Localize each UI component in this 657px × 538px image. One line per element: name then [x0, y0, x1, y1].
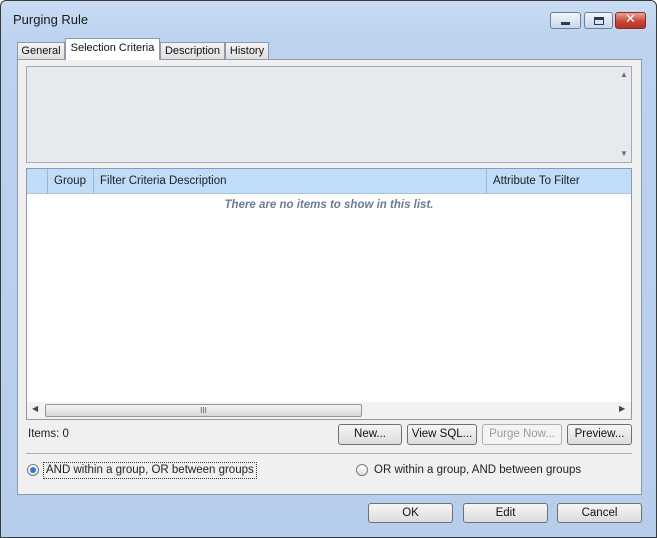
empty-list-message: There are no items to show in this list. — [224, 199, 434, 211]
tab-description[interactable]: Description — [160, 42, 225, 60]
view-sql-button[interactable]: View SQL... — [407, 424, 477, 445]
cancel-button[interactable]: Cancel — [557, 503, 642, 523]
items-count-label: Items: 0 — [28, 428, 69, 440]
tab-general[interactable]: General — [17, 42, 65, 60]
scroll-right-arrow-icon[interactable]: ▶ — [619, 404, 625, 413]
scroll-left-arrow-icon[interactable]: ◀ — [32, 404, 38, 413]
divider — [26, 453, 632, 454]
scroll-up-arrow-icon[interactable]: ▲ — [616, 70, 632, 79]
radio-unchecked-icon[interactable] — [356, 464, 368, 476]
purging-rule-window: Purging Rule ✕ General Selection Criteri… — [0, 0, 657, 538]
close-icon: ✕ — [625, 12, 636, 27]
preview-button[interactable]: Preview... — [567, 424, 632, 445]
column-header-attribute-to-filter[interactable]: Attribute To Filter — [487, 169, 631, 194]
sql-vertical-scrollbar[interactable]: ▲ ▼ — [616, 66, 632, 163]
radio-checked-icon[interactable] — [27, 464, 39, 476]
minimize-icon — [561, 22, 570, 25]
tab-history[interactable]: History — [225, 42, 269, 60]
tab-selection-criteria[interactable]: Selection Criteria — [65, 38, 160, 60]
column-header-select[interactable] — [27, 169, 48, 194]
selection-criteria-panel: ▲ ▼ Group Filter Criteria Description At… — [17, 59, 642, 495]
minimize-button[interactable] — [550, 12, 581, 29]
column-header-group[interactable]: Group — [48, 169, 94, 194]
scroll-thumb[interactable]: III — [45, 404, 362, 417]
sql-text-area[interactable] — [26, 66, 632, 163]
maximize-icon — [594, 17, 604, 25]
scroll-down-arrow-icon[interactable]: ▼ — [616, 149, 632, 158]
close-button[interactable]: ✕ — [615, 12, 646, 29]
filter-criteria-list[interactable]: Group Filter Criteria Description Attrib… — [26, 168, 632, 420]
edit-button[interactable]: Edit — [463, 503, 548, 523]
window-title: Purging Rule — [13, 12, 89, 27]
maximize-button[interactable] — [584, 12, 613, 29]
radio-and-within-group-label[interactable]: AND within a group, OR between groups — [43, 462, 257, 479]
list-horizontal-scrollbar[interactable]: ◀ III ▶ — [27, 402, 631, 419]
purge-now-button[interactable]: Purge Now... — [482, 424, 562, 445]
list-header: Group Filter Criteria Description Attrib… — [27, 169, 631, 194]
new-button[interactable]: New... — [338, 424, 402, 445]
title-bar[interactable]: Purging Rule ✕ — [1, 1, 656, 37]
column-header-filter-criteria-description[interactable]: Filter Criteria Description — [94, 169, 487, 194]
radio-or-within-group-label[interactable]: OR within a group, AND between groups — [374, 463, 581, 478]
ok-button[interactable]: OK — [368, 503, 453, 523]
